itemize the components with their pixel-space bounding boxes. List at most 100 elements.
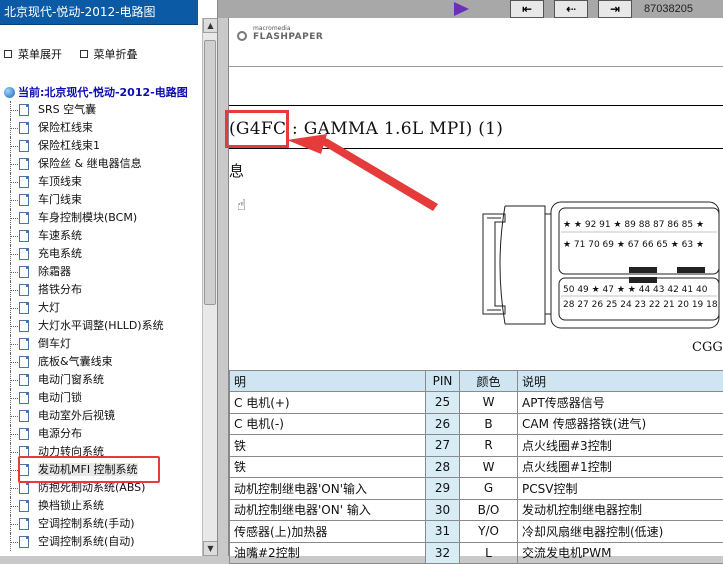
tree-item-label: 充电系统	[38, 247, 82, 260]
table-cell: W	[460, 456, 518, 478]
tree-item-label: 底板&气囊线束	[38, 355, 113, 368]
tree-item[interactable]: 电动门窗系统	[0, 371, 200, 389]
toolbar-info-text: 87038205	[644, 3, 693, 15]
connector-id-label: CGG-	[692, 340, 723, 355]
first-page-button[interactable]: ⇤	[510, 0, 544, 18]
tree-item[interactable]: 保险杠线束1	[0, 137, 200, 155]
document-icon	[19, 158, 29, 170]
tree-item[interactable]: 换档锁止系统	[0, 497, 200, 515]
tree-item[interactable]: 大灯水平调整(HLLD)系统	[0, 317, 200, 335]
document-icon	[19, 266, 29, 278]
document-icon	[19, 230, 29, 242]
table-row: 铁28W点火线圈#1控制	[230, 456, 723, 478]
document-icon	[19, 284, 29, 296]
menu-controls: 菜单展开 菜单折叠	[4, 46, 152, 62]
table-cell: 动机控制继电器'ON'输入	[230, 478, 426, 500]
tree-item-label: 车顶线束	[38, 175, 82, 188]
tree-item-label: 保险丝 & 继电器信息	[38, 157, 142, 170]
scroll-down-arrow-icon[interactable]: ▼	[203, 541, 218, 556]
document-icon	[19, 140, 29, 152]
tree-list: SRS 空气囊保险杠线束保险杠线束1 保险丝 & 继电器信息车顶线束车门线束车身控…	[0, 101, 200, 551]
table-row: 动机控制继电器'ON'输入29GPCSV控制	[230, 478, 723, 500]
document-icon	[19, 374, 29, 386]
tree-item[interactable]: 保险丝 & 继电器信息	[0, 155, 200, 173]
document-icon	[19, 338, 29, 350]
tree-item[interactable]: 车速系统	[0, 227, 200, 245]
scrollbar-thumb[interactable]	[204, 40, 216, 305]
table-cell: 冷却风扇继电器控制(低速)	[518, 521, 723, 543]
table-cell: B	[460, 413, 518, 435]
table-cell: 29	[426, 478, 460, 500]
column-header: 明	[230, 371, 426, 392]
column-header: 说明	[518, 371, 723, 392]
table-cell: 铁	[230, 456, 426, 478]
document-icon	[19, 176, 29, 188]
tree-root[interactable]: 当前:北京现代-悦动-2012-电路图	[4, 84, 188, 100]
tree-item[interactable]: 搭铁分布	[0, 281, 200, 299]
table-cell: C 电机(+)	[230, 392, 426, 414]
document-icon	[19, 410, 29, 422]
tree-item[interactable]: 大灯	[0, 299, 200, 317]
tree-item-label: SRS 空气囊	[38, 103, 96, 116]
table-cell: 27	[426, 435, 460, 457]
document-page: macromedia FLASHPAPER (G4FC : GAMMA 1.6L…	[228, 18, 723, 556]
table-cell: B/O	[460, 499, 518, 521]
table-cell: 动机控制继电器'ON' 输入	[230, 499, 426, 521]
table-cell: 28	[426, 456, 460, 478]
document-icon	[19, 320, 29, 332]
menu-collapse-button[interactable]: 菜单折叠	[80, 48, 138, 61]
connector-row-2: ★ 71 70 69 ★ 67 66 65 ★ 63 ★	[563, 240, 704, 250]
table-row: C 电机(-)26BCAM 传感器搭铁(进气)	[230, 413, 723, 435]
table-cell: 点火线圈#1控制	[518, 456, 723, 478]
tree-item-label: 电动室外后视镜	[38, 409, 115, 422]
tree-item[interactable]: 充电系统	[0, 245, 200, 263]
tree-item[interactable]: 底板&气囊线束	[0, 353, 200, 371]
tree-item[interactable]: 电动门锁	[0, 389, 200, 407]
tree-item[interactable]: 车门线束	[0, 191, 200, 209]
tree-item-label: 搭铁分布	[38, 283, 82, 296]
prev-page-button[interactable]: ⇠	[554, 0, 588, 18]
document-icon	[19, 428, 29, 440]
collapse-icon	[80, 50, 88, 58]
document-viewer: ⇤ ⇠ ⇥ 87038205 macromedia FLASHPAPER (G4…	[218, 0, 723, 556]
document-icon	[19, 500, 29, 512]
tree-item-label: 倒车灯	[38, 337, 71, 350]
sidebar-scrollbar[interactable]: ▲ ▼	[202, 18, 217, 556]
table-cell: C 电机(-)	[230, 413, 426, 435]
next-page-button[interactable]: ⇥	[598, 0, 632, 18]
tree-item[interactable]: 车身控制模块(BCM)	[0, 209, 200, 227]
menu-expand-button[interactable]: 菜单展开	[4, 48, 62, 61]
table-row: 油嘴#2控制32L交流发电机PWM	[230, 542, 723, 564]
column-header: 颜色	[460, 371, 518, 392]
tree-item-label: 空调控制系统(自动)	[38, 535, 135, 548]
tree-item[interactable]: 倒车灯	[0, 335, 200, 353]
expand-icon	[4, 50, 12, 58]
tree-item[interactable]: 电源分布	[0, 425, 200, 443]
table-cell: PCSV控制	[518, 478, 723, 500]
tree-item-label: 保险杠线束1	[38, 139, 100, 152]
tree-item-label: 换档锁止系统	[38, 499, 104, 512]
table-cell: 26	[426, 413, 460, 435]
play-icon[interactable]	[454, 2, 469, 16]
tree-item[interactable]: 空调控制系统(手动)	[0, 515, 200, 533]
viewer-toolbar: ⇤ ⇠ ⇥ 87038205	[218, 0, 723, 18]
tree-item[interactable]: 除霜器	[0, 263, 200, 281]
document-icon	[19, 482, 29, 494]
document-icon	[19, 518, 29, 530]
tree-item[interactable]: 保险杠线束	[0, 119, 200, 137]
connector-row-1: ★ ★ 92 91 ★ 89 88 87 86 85 ★	[563, 220, 704, 230]
tree-item[interactable]: SRS 空气囊	[0, 101, 200, 119]
document-icon	[19, 122, 29, 134]
table-cell: 铁	[230, 435, 426, 457]
tree-item[interactable]: 空调控制系统(自动)	[0, 533, 200, 551]
scroll-up-arrow-icon[interactable]: ▲	[203, 18, 218, 33]
table-cell: 30	[426, 499, 460, 521]
table-cell: G	[460, 478, 518, 500]
sidebar-title: 北京现代-悦动-2012-电路图	[0, 0, 198, 25]
document-icon	[19, 248, 29, 260]
tree-item[interactable]: 车顶线束	[0, 173, 200, 191]
tree-item-label: 车速系统	[38, 229, 82, 242]
table-cell: 油嘴#2控制	[230, 542, 426, 564]
tree-item[interactable]: 电动室外后视镜	[0, 407, 200, 425]
sidebar-tree-panel: 北京现代-悦动-2012-电路图 菜单展开 菜单折叠 当前:北京现代-悦动-20…	[0, 0, 218, 556]
